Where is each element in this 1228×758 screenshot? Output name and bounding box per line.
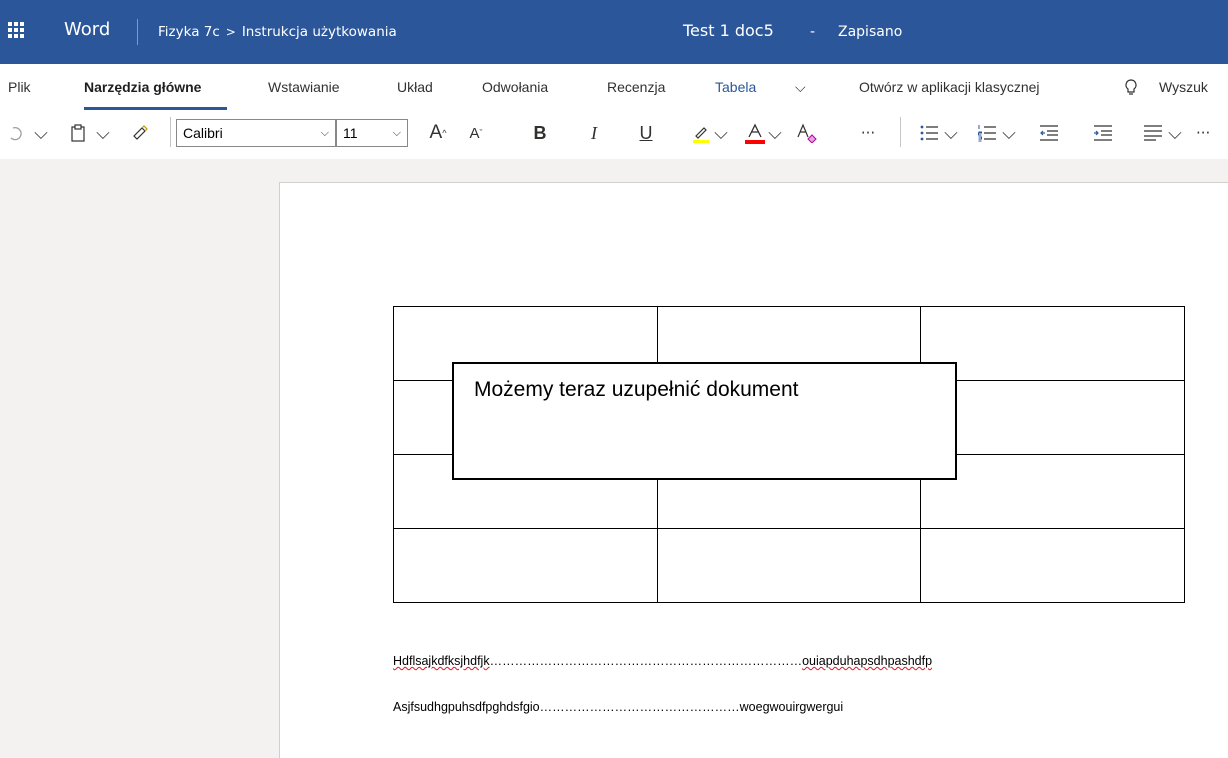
breadcrumb: Fizyka 7c > Instrukcja użytkowania xyxy=(158,24,397,40)
shrink-font-button[interactable]: Aˇ xyxy=(462,119,490,147)
decrease-indent-icon[interactable] xyxy=(1036,119,1062,147)
saved-status: Zapisano xyxy=(838,24,903,40)
toolbar-separator xyxy=(900,117,901,147)
search-tell-me[interactable]: Wyszuk xyxy=(1159,79,1208,95)
tab-layout[interactable]: Układ xyxy=(397,79,433,95)
italic-button[interactable]: I xyxy=(582,119,606,147)
open-in-desktop-app[interactable]: Otwórz w aplikacji klasycznej xyxy=(859,79,1040,95)
font-name-chevron-icon: ⌵ xyxy=(320,126,329,139)
breadcrumb-file[interactable]: Instrukcja użytkowania xyxy=(242,24,397,40)
document-title[interactable]: Test 1 doc5 xyxy=(683,21,774,40)
align-left-icon[interactable] xyxy=(1140,119,1166,147)
font-color-button[interactable] xyxy=(742,119,768,147)
breadcrumb-folder[interactable]: Fizyka 7c xyxy=(158,24,220,40)
paste-icon[interactable] xyxy=(64,119,92,147)
bullets-icon[interactable] xyxy=(916,119,942,147)
table-row xyxy=(393,528,1185,603)
tab-file[interactable]: Plik xyxy=(8,79,31,95)
bullets-dropdown-chevron-icon[interactable]: ⌵ xyxy=(944,119,958,147)
title-dash: - xyxy=(810,24,816,40)
tab-home[interactable]: Narzędzia główne xyxy=(84,79,201,95)
tab-references[interactable]: Odwołania xyxy=(482,79,548,95)
grow-font-icon: A xyxy=(429,122,443,143)
paragraph-1-dots: ………………………………………………………………… xyxy=(489,654,803,668)
table-cell[interactable] xyxy=(920,306,1185,381)
callout-text: Możemy teraz uzupełnić dokument xyxy=(474,378,799,401)
font-size-select[interactable]: 11 ⌵ xyxy=(336,119,408,147)
undo-icon[interactable] xyxy=(4,119,26,147)
font-size-chevron-icon: ⌵ xyxy=(392,126,401,139)
table-cell[interactable] xyxy=(920,380,1185,455)
toolbar-separator xyxy=(170,117,171,147)
title-separator xyxy=(137,19,138,45)
increase-indent-icon[interactable] xyxy=(1090,119,1116,147)
document-paragraph-2[interactable]: Asjfsudhgpuhsdfpghdsfgio…………………………………………… xyxy=(393,700,843,714)
document-paragraph-1[interactable]: Hdflsajkdfksjhdfjk…………………………………………………………… xyxy=(393,654,932,668)
bold-button[interactable]: B xyxy=(528,119,552,147)
table-cell[interactable] xyxy=(920,528,1185,603)
more-tabs-chevron-icon[interactable]: ⌵ xyxy=(795,79,806,96)
tab-insert[interactable]: Wstawianie xyxy=(268,79,340,95)
active-tab-indicator xyxy=(84,107,227,110)
format-painter-icon[interactable] xyxy=(126,119,154,147)
table-cell[interactable] xyxy=(393,528,658,603)
paste-dropdown-chevron-icon[interactable]: ⌵ xyxy=(96,119,110,147)
callout-text-box[interactable]: Możemy teraz uzupełnić dokument xyxy=(452,362,957,480)
paragraph-1-end: ouiapduhapsdhpashdfp xyxy=(802,654,933,668)
table-cell[interactable] xyxy=(656,528,922,603)
numbering-icon[interactable] xyxy=(974,119,1000,147)
align-dropdown-chevron-icon[interactable]: ⌵ xyxy=(1168,119,1182,147)
underline-button[interactable]: U xyxy=(634,119,658,147)
numbering-dropdown-chevron-icon[interactable]: ⌵ xyxy=(1002,119,1016,147)
more-font-options-icon[interactable]: ··· xyxy=(855,119,881,147)
font-name-value: Calibri xyxy=(183,125,223,141)
highlight-dropdown-chevron-icon[interactable]: ⌵ xyxy=(714,119,728,147)
title-bar: Word Fizyka 7c > Instrukcja użytkowania … xyxy=(0,0,1228,64)
table-cell[interactable] xyxy=(920,454,1185,529)
shrink-font-icon: A xyxy=(469,124,480,142)
grow-font-button[interactable]: A ^ xyxy=(424,119,452,147)
highlight-button[interactable] xyxy=(688,119,714,147)
lightbulb-icon[interactable] xyxy=(1124,79,1138,100)
clear-formatting-icon[interactable] xyxy=(794,119,820,147)
more-paragraph-options-icon[interactable]: ··· xyxy=(1196,119,1226,147)
breadcrumb-chevron-icon: > xyxy=(225,25,236,39)
app-launcher-icon[interactable] xyxy=(8,22,24,38)
tab-table[interactable]: Tabela xyxy=(715,79,756,95)
font-size-value: 11 xyxy=(343,125,358,141)
highlighter-icon xyxy=(693,127,709,143)
app-name[interactable]: Word xyxy=(64,19,110,40)
font-color-dropdown-chevron-icon[interactable]: ⌵ xyxy=(768,119,782,147)
paragraph-1-start: Hdflsajkdfksjhdfjk xyxy=(393,654,490,668)
font-name-select[interactable]: Calibri ⌵ xyxy=(176,119,336,147)
undo-dropdown-chevron-icon[interactable]: ⌵ xyxy=(34,119,48,147)
tab-review[interactable]: Recenzja xyxy=(607,79,665,95)
font-color-icon xyxy=(745,123,765,144)
